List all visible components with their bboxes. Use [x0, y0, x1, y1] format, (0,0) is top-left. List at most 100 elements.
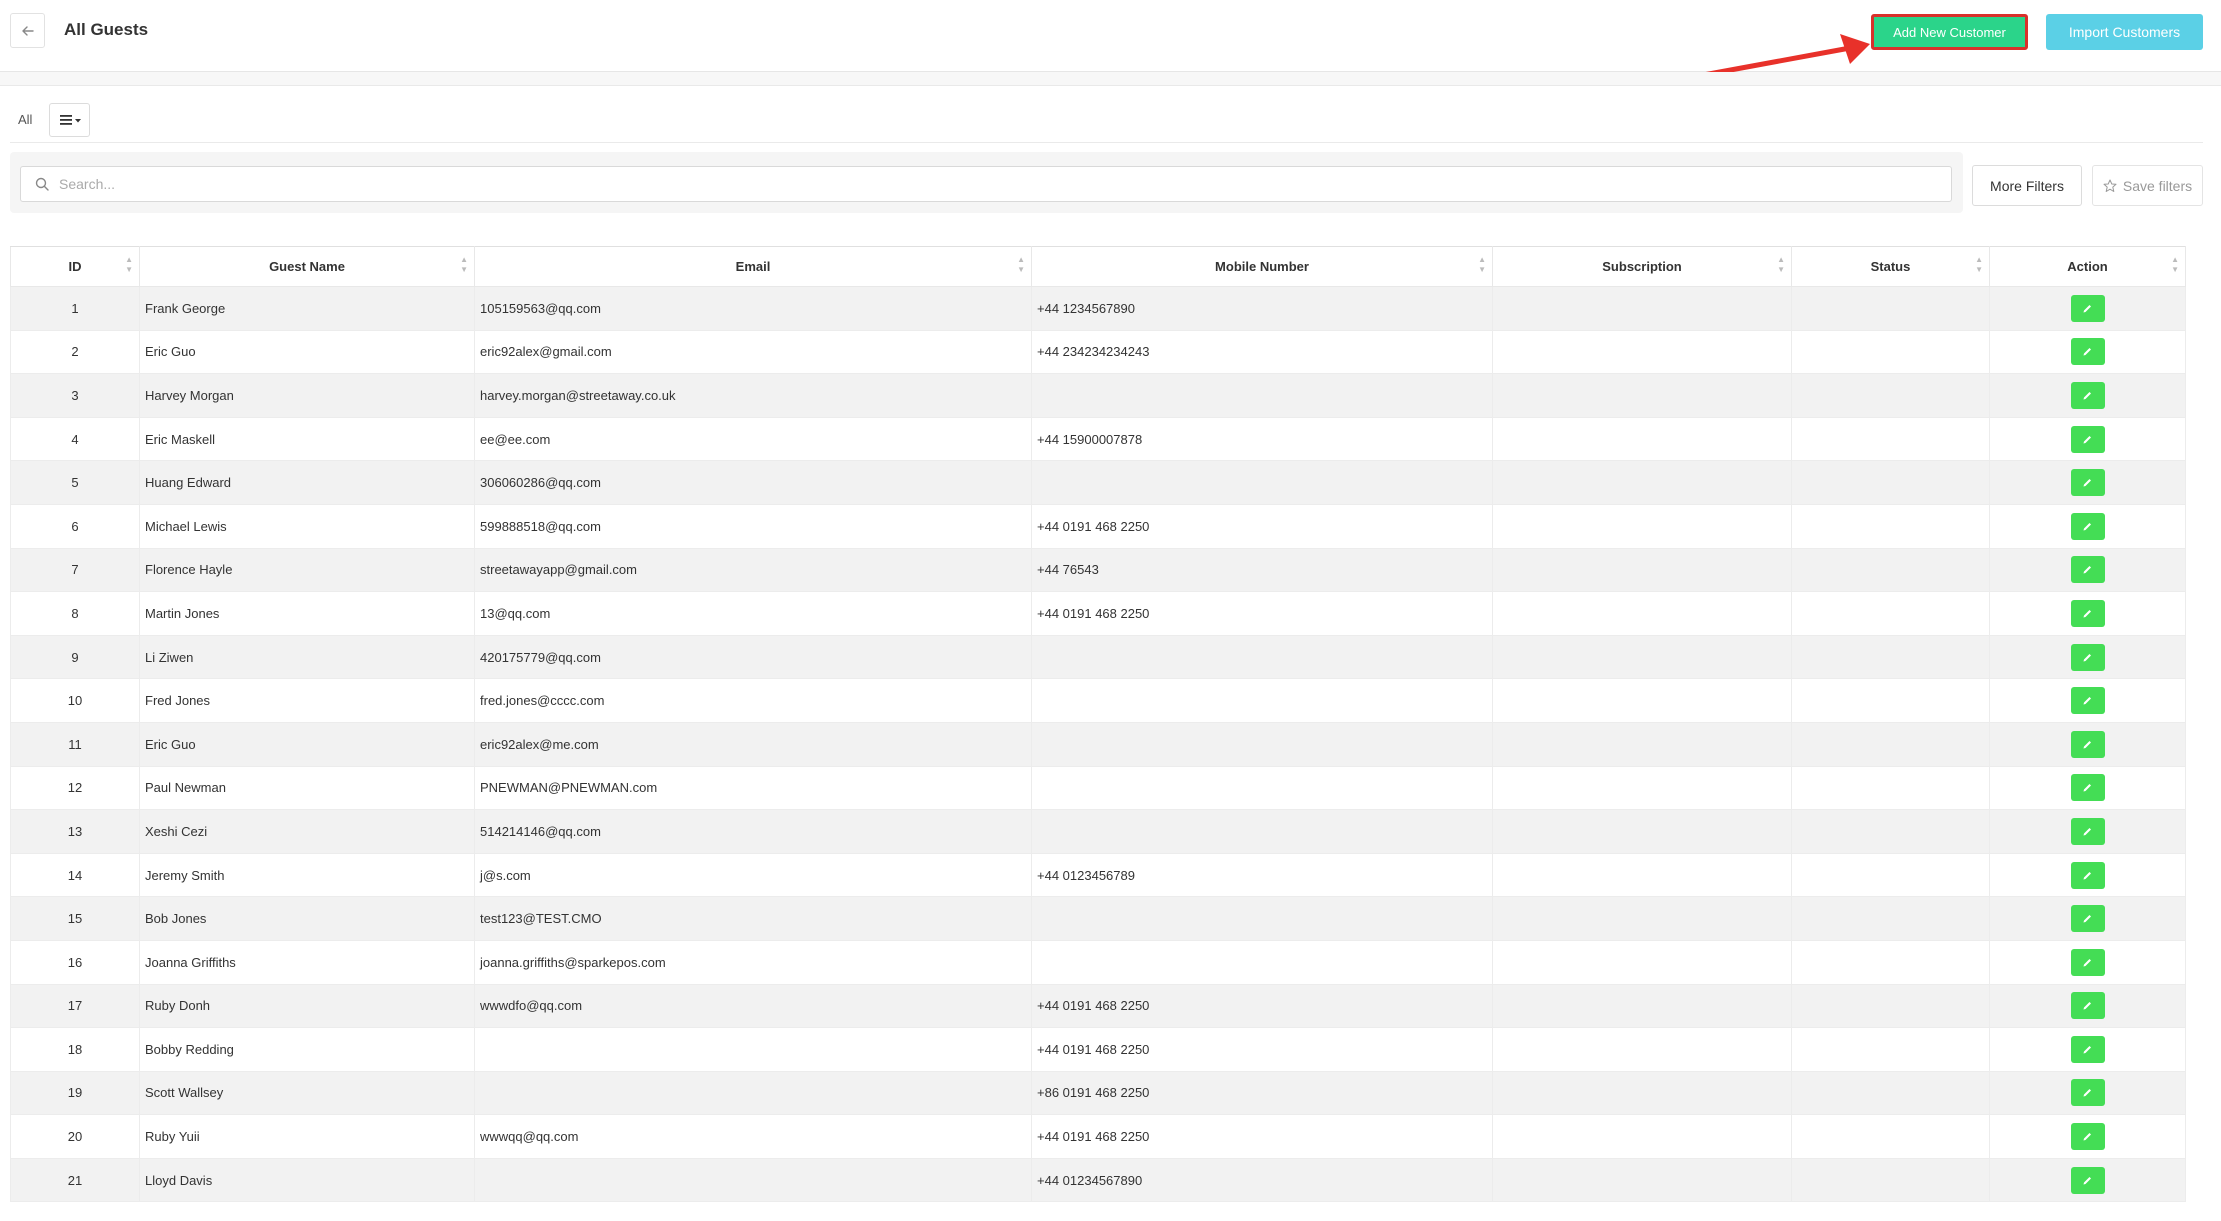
subscription-cell — [1492, 852, 1792, 898]
edit-button[interactable] — [2070, 1079, 2105, 1107]
edit-button[interactable] — [2070, 556, 2105, 584]
column-header-id[interactable]: ID ▲ ▼ — [10, 246, 140, 287]
search-input[interactable] — [59, 167, 1939, 201]
status-cell — [1791, 503, 1990, 549]
sort-arrows-icon[interactable]: ▲ ▼ — [1975, 255, 1983, 275]
column-header-label: ID — [68, 259, 82, 274]
table-row[interactable]: 2 Eric Guo eric92alex@gmail.com +44 2342342… — [10, 329, 2186, 375]
column-header-subscription[interactable]: Subscription ▲ ▼ — [1492, 246, 1792, 287]
table-row[interactable]: 7 Florence Hayle streetawayapp@gmail.com +4… — [10, 547, 2186, 593]
import-customers-button[interactable]: Import Customers — [2046, 14, 2203, 50]
subscription-cell — [1492, 765, 1792, 811]
column-header-action[interactable]: Action ▲ ▼ — [1989, 246, 2186, 287]
edit-button[interactable] — [2070, 599, 2105, 627]
back-button[interactable] — [10, 13, 45, 48]
guest-name-cell: Florence Hayle — [139, 547, 475, 593]
edit-button[interactable] — [2070, 992, 2105, 1020]
id-cell: 21 — [10, 1157, 140, 1203]
edit-button[interactable] — [2070, 425, 2105, 453]
table-row[interactable]: 1 Frank George 105159563@qq.com +44 1234567… — [10, 286, 2186, 331]
column-header-mobile-number[interactable]: Mobile Number ▲ ▼ — [1031, 246, 1493, 287]
table-row[interactable]: 15 Bob Jones test123@TEST.CMO — [10, 896, 2186, 941]
subscription-cell — [1492, 329, 1792, 375]
status-cell — [1791, 286, 1990, 331]
sort-arrows-icon[interactable]: ▲ ▼ — [2171, 255, 2179, 275]
edit-button[interactable] — [2070, 1123, 2105, 1151]
guest-name-cell: Eric Guo — [139, 721, 475, 767]
table-row[interactable]: 9 Li Ziwen 420175779@qq.com — [10, 634, 2186, 680]
action-cell — [1989, 460, 2186, 505]
table-row[interactable]: 20 Ruby Yuii wwwqq@qq.com +44 0191 468 2250 — [10, 1114, 2186, 1159]
mobile-cell — [1031, 809, 1493, 854]
sort-arrows-icon[interactable]: ▲ ▼ — [460, 255, 468, 275]
table-row[interactable]: 6 Michael Lewis 599888518@qq.com +44 0191 4… — [10, 503, 2186, 549]
pencil-icon — [2083, 479, 2091, 487]
table-row[interactable]: 17 Ruby Donh wwwdfo@qq.com +44 0191 468 225… — [10, 983, 2186, 1029]
table-row[interactable]: 16 Joanna Griffiths joanna.griffiths@spark… — [10, 939, 2186, 985]
table-row[interactable]: 19 Scott Wallsey +86 0191 468 2250 — [10, 1070, 2186, 1116]
guest-name-cell: Paul Newman — [139, 765, 475, 811]
status-cell — [1791, 460, 1990, 505]
pencil-icon — [2083, 1002, 2091, 1010]
table-row[interactable]: 3 Harvey Morgan harvey.morgan@streetaway.c… — [10, 373, 2186, 418]
sort-arrows-icon[interactable]: ▲ ▼ — [125, 255, 133, 275]
edit-button[interactable] — [2070, 905, 2105, 933]
edit-button[interactable] — [2070, 381, 2105, 409]
table-row[interactable]: 13 Xeshi Cezi 514214146@qq.com — [10, 809, 2186, 854]
mobile-cell: +44 0191 468 2250 — [1031, 1114, 1493, 1159]
table-row[interactable]: 21 Lloyd Davis +44 01234567890 — [10, 1157, 2186, 1203]
guest-name-cell: Ruby Yuii — [139, 1114, 475, 1159]
table-row[interactable]: 12 Paul Newman PNEWMAN@PNEWMAN.com — [10, 765, 2186, 811]
edit-button[interactable] — [2070, 338, 2105, 366]
column-header-label: Subscription — [1602, 259, 1682, 274]
edit-button[interactable] — [2070, 1035, 2105, 1063]
table-row[interactable]: 10 Fred Jones fred.jones@cccc.com — [10, 678, 2186, 723]
email-cell: fred.jones@cccc.com — [474, 678, 1032, 723]
more-filters-button[interactable]: More Filters — [1972, 165, 2082, 206]
column-header-email[interactable]: Email ▲ ▼ — [474, 246, 1032, 287]
table-row[interactable]: 18 Bobby Redding +44 0191 468 2250 — [10, 1027, 2186, 1072]
id-cell: 7 — [10, 547, 140, 593]
edit-button[interactable] — [2070, 730, 2105, 758]
subscription-cell — [1492, 1070, 1792, 1116]
edit-button[interactable] — [2070, 774, 2105, 802]
status-cell — [1791, 852, 1990, 898]
edit-button[interactable] — [2070, 469, 2105, 497]
pencil-icon — [2083, 697, 2091, 705]
action-cell — [1989, 896, 2186, 941]
subscription-cell — [1492, 809, 1792, 854]
edit-button[interactable] — [2070, 687, 2105, 715]
table-row[interactable]: 14 Jeremy Smith j@s.com +44 0123456789 — [10, 852, 2186, 898]
add-new-customer-button[interactable]: Add New Customer — [1871, 14, 2028, 50]
column-header-status[interactable]: Status ▲ ▼ — [1791, 246, 1990, 287]
table-row[interactable]: 8 Martin Jones 13@qq.com +44 0191 468 2250 — [10, 591, 2186, 636]
column-header-guest-name[interactable]: Guest Name ▲ ▼ — [139, 246, 475, 287]
view-all-tab[interactable]: All — [18, 112, 32, 127]
edit-button[interactable] — [2070, 1166, 2105, 1194]
status-cell — [1791, 373, 1990, 418]
pencil-icon — [2083, 348, 2091, 356]
edit-button[interactable] — [2070, 861, 2105, 889]
edit-button[interactable] — [2070, 948, 2105, 976]
action-cell — [1989, 1070, 2186, 1116]
edit-button[interactable] — [2070, 294, 2105, 322]
save-filters-button[interactable]: Save filters — [2092, 165, 2203, 206]
email-cell: 105159563@qq.com — [474, 286, 1032, 331]
pencil-icon — [2083, 609, 2091, 618]
mobile-cell: +44 0191 468 2250 — [1031, 983, 1493, 1029]
table-row[interactable]: 5 Huang Edward 306060286@qq.com — [10, 460, 2186, 505]
guest-name-cell: Joanna Griffiths — [139, 939, 475, 985]
edit-button[interactable] — [2070, 817, 2105, 845]
email-cell: 514214146@qq.com — [474, 809, 1032, 854]
sort-arrows-icon[interactable]: ▲ ▼ — [1478, 255, 1486, 275]
sort-arrows-icon[interactable]: ▲ ▼ — [1017, 255, 1025, 275]
sort-arrows-icon[interactable]: ▲ ▼ — [1777, 255, 1785, 275]
table-row[interactable]: 4 Eric Maskell ee@ee.com +44 15900007878 — [10, 416, 2186, 462]
edit-button[interactable] — [2070, 512, 2105, 540]
edit-button[interactable] — [2070, 643, 2105, 671]
email-cell: wwwqq@qq.com — [474, 1114, 1032, 1159]
table-row[interactable]: 11 Eric Guo eric92alex@me.com — [10, 721, 2186, 767]
guest-name-cell: Fred Jones — [139, 678, 475, 723]
view-menu-button[interactable] — [49, 103, 90, 137]
action-cell — [1989, 1157, 2186, 1203]
